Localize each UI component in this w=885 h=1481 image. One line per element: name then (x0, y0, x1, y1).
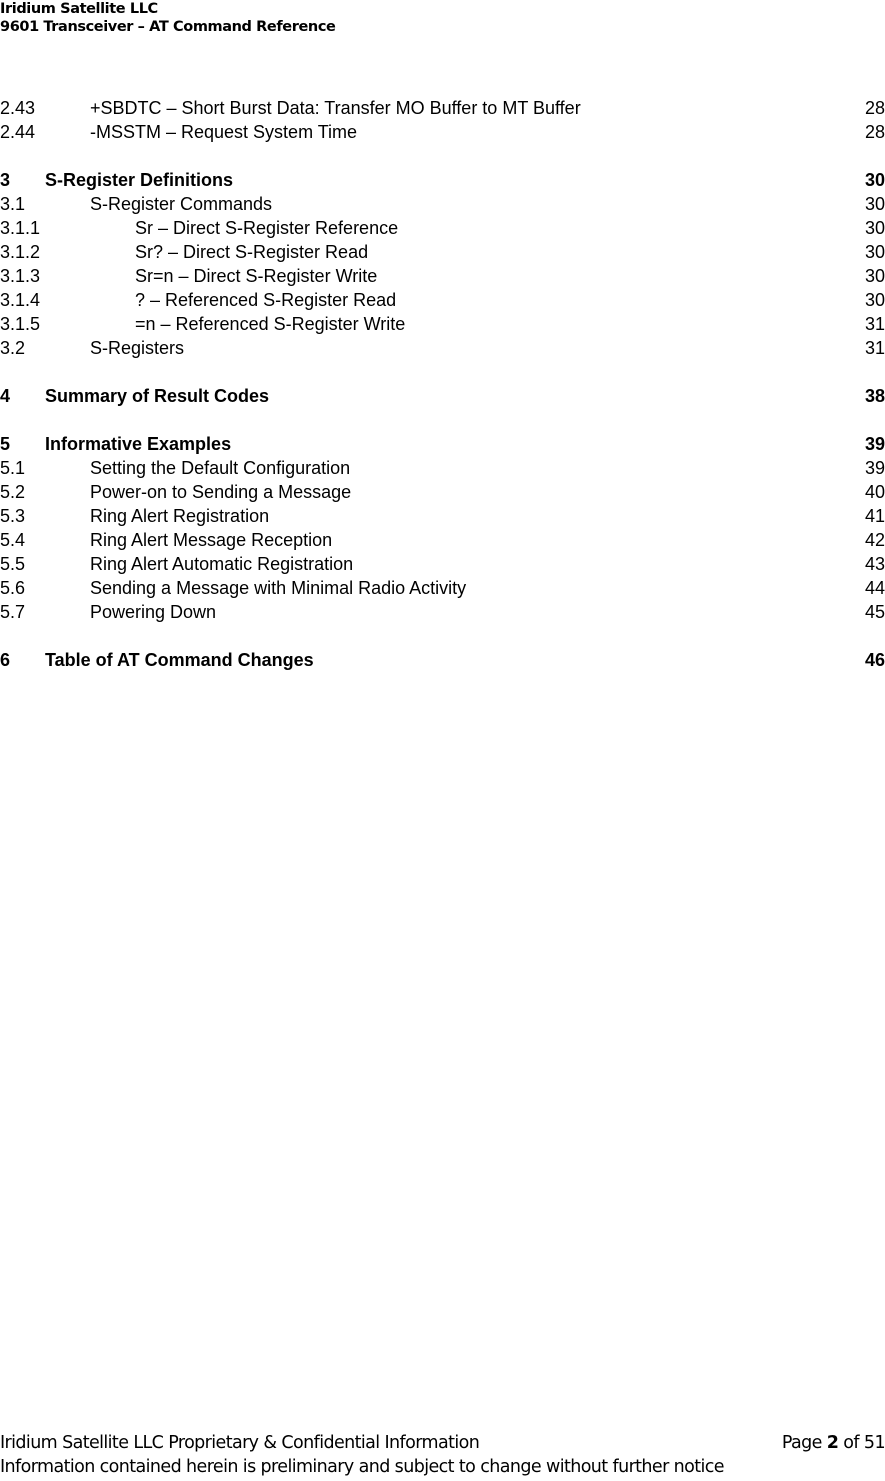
toc-entry-title[interactable]: Ring Alert Automatic Registration (90, 552, 353, 576)
toc-entry-page[interactable]: 39 (865, 456, 885, 480)
table-of-contents: 2.43 +SBDTC – Short Burst Data: Transfer … (0, 96, 885, 672)
toc-entry[interactable]: 5.6 Sending a Message with Minimal Radio … (0, 576, 885, 600)
toc-entry-page[interactable]: 39 (865, 432, 885, 456)
toc-entry-number: 5.1 (0, 458, 26, 478)
toc-entry[interactable]: 5.2 Power-on to Sending a Message 40 (0, 480, 885, 504)
company-name: Iridium Satellite LLC (0, 1, 158, 17)
toc-entry[interactable]: 5 Informative Examples 39 (0, 432, 885, 456)
toc-entry-number: 4 (0, 386, 11, 406)
toc-entry-page[interactable]: 28 (865, 120, 885, 144)
toc-entry-page[interactable]: 28 (865, 96, 885, 120)
toc-entry-page[interactable]: 40 (865, 480, 885, 504)
toc-entry-number: 3.1.2 (0, 242, 41, 262)
page-current: 2 (826, 1433, 839, 1453)
toc-entry-page[interactable]: 45 (865, 600, 885, 624)
toc-entry-title[interactable]: =n – Referenced S-Register Write (135, 312, 405, 336)
toc-entry-page[interactable]: 30 (865, 264, 885, 288)
toc-entry[interactable]: 5.4 Ring Alert Message Reception 42 (0, 528, 885, 552)
toc-entry-title[interactable]: S-Registers (90, 336, 184, 360)
toc-entry[interactable]: 5.5 Ring Alert Automatic Registration 43 (0, 552, 885, 576)
toc-entry-page[interactable]: 30 (865, 288, 885, 312)
page-footer: Iridium Satellite LLC Proprietary & Conf… (0, 1431, 885, 1479)
toc-entry-number: 5.4 (0, 530, 26, 550)
toc-entry-title[interactable]: Ring Alert Message Reception (90, 528, 332, 552)
toc-entry-page[interactable]: 31 (865, 312, 885, 336)
toc-entry[interactable]: 2.44 -MSSTM – Request System Time 28 (0, 120, 885, 144)
toc-entry-title[interactable]: Sr=n – Direct S-Register Write (135, 264, 377, 288)
toc-entry-title[interactable]: -MSSTM – Request System Time (90, 120, 357, 144)
toc-entry[interactable]: 5.7 Powering Down 45 (0, 600, 885, 624)
toc-entry-title[interactable]: Powering Down (90, 600, 216, 624)
toc-entry-number: 5.3 (0, 506, 26, 526)
page-header: Iridium Satellite LLC 9601 Transceiver –… (0, 0, 336, 36)
toc-entry-number: 5.6 (0, 578, 26, 598)
toc-entry-number: 5.5 (0, 554, 26, 574)
toc-entry-title[interactable]: S-Register Definitions (45, 168, 233, 192)
page-total: 51 (863, 1433, 885, 1453)
page-prefix: Page (781, 1433, 827, 1453)
toc-entry-page[interactable]: 30 (865, 216, 885, 240)
page-number: Page 2 of 51 (782, 1431, 885, 1455)
toc-entry-title[interactable]: Table of AT Command Changes (45, 648, 314, 672)
toc-entry-title[interactable]: Informative Examples (45, 432, 231, 456)
toc-entry-page[interactable]: 46 (865, 648, 885, 672)
toc-entry-title[interactable]: Setting the Default Configuration (90, 456, 350, 480)
toc-entry-title[interactable]: Sending a Message with Minimal Radio Act… (90, 576, 466, 600)
toc-entry-page[interactable]: 42 (865, 528, 885, 552)
toc-entry[interactable]: 6 Table of AT Command Changes 46 (0, 648, 885, 672)
toc-entry-title[interactable]: S-Register Commands (90, 192, 272, 216)
toc-entry-page[interactable]: 30 (865, 168, 885, 192)
toc-entry-number: 6 (0, 650, 11, 670)
toc-entry-title[interactable]: Sr? – Direct S-Register Read (135, 240, 368, 264)
toc-entry-title[interactable]: +SBDTC – Short Burst Data: Transfer MO B… (90, 96, 581, 120)
toc-entry-number: 3.1 (0, 194, 26, 214)
toc-entry-page[interactable]: 43 (865, 552, 885, 576)
toc-entry-page[interactable]: 38 (865, 384, 885, 408)
toc-entry-number: 3 (0, 170, 11, 190)
toc-entry-title[interactable]: Ring Alert Registration (90, 504, 269, 528)
toc-entry-number: 5 (0, 434, 11, 454)
toc-entry[interactable]: 4 Summary of Result Codes 38 (0, 384, 885, 408)
toc-entry-number: 3.1.4 (0, 290, 41, 310)
toc-entry-number: 3.1.5 (0, 314, 41, 334)
toc-entry[interactable]: 3.1 S-Register Commands 30 (0, 192, 885, 216)
toc-entry[interactable]: 5.1 Setting the Default Configuration 39 (0, 456, 885, 480)
page-separator: of (838, 1433, 864, 1453)
toc-entry-number: 5.7 (0, 602, 26, 622)
disclaimer: Information contained herein is prelimin… (0, 1457, 725, 1477)
toc-entry[interactable]: 3.1.3 Sr=n – Direct S-Register Write 30 (0, 264, 885, 288)
toc-entry[interactable]: 2.43 +SBDTC – Short Burst Data: Transfer … (0, 96, 885, 120)
toc-entry-page[interactable]: 30 (865, 240, 885, 264)
toc-entry-title[interactable]: Sr – Direct S-Register Reference (135, 216, 398, 240)
toc-entry-number: 3.1.1 (0, 218, 41, 238)
toc-entry-number: 5.2 (0, 482, 26, 502)
toc-entry-page[interactable]: 30 (865, 192, 885, 216)
document-title: 9601 Transceiver – AT Command Reference (0, 19, 336, 35)
toc-entry-page[interactable]: 44 (865, 576, 885, 600)
toc-entry-title[interactable]: ? – Referenced S-Register Read (135, 288, 396, 312)
toc-entry[interactable]: 5.3 Ring Alert Registration 41 (0, 504, 885, 528)
toc-entry-number: 2.43 (0, 98, 36, 118)
toc-entry-number: 3.1.3 (0, 266, 41, 286)
toc-entry[interactable]: 3 S-Register Definitions 30 (0, 168, 885, 192)
toc-entry-number: 2.44 (0, 122, 36, 142)
toc-entry[interactable]: 3.2 S-Registers 31 (0, 336, 885, 360)
confidential-notice: Iridium Satellite LLC Proprietary & Conf… (0, 1433, 480, 1453)
toc-entry-title[interactable]: Power-on to Sending a Message (90, 480, 351, 504)
toc-entry-title[interactable]: Summary of Result Codes (45, 384, 269, 408)
toc-entry-number: 3.2 (0, 338, 26, 358)
toc-entry-page[interactable]: 41 (865, 504, 885, 528)
toc-entry[interactable]: 3.1.1 Sr – Direct S-Register Reference 30 (0, 216, 885, 240)
toc-entry[interactable]: 3.1.2 Sr? – Direct S-Register Read 30 (0, 240, 885, 264)
toc-entry[interactable]: 3.1.4 ? – Referenced S-Register Read 30 (0, 288, 885, 312)
toc-entry-page[interactable]: 31 (865, 336, 885, 360)
toc-entry[interactable]: 3.1.5 =n – Referenced S-Register Write 31 (0, 312, 885, 336)
